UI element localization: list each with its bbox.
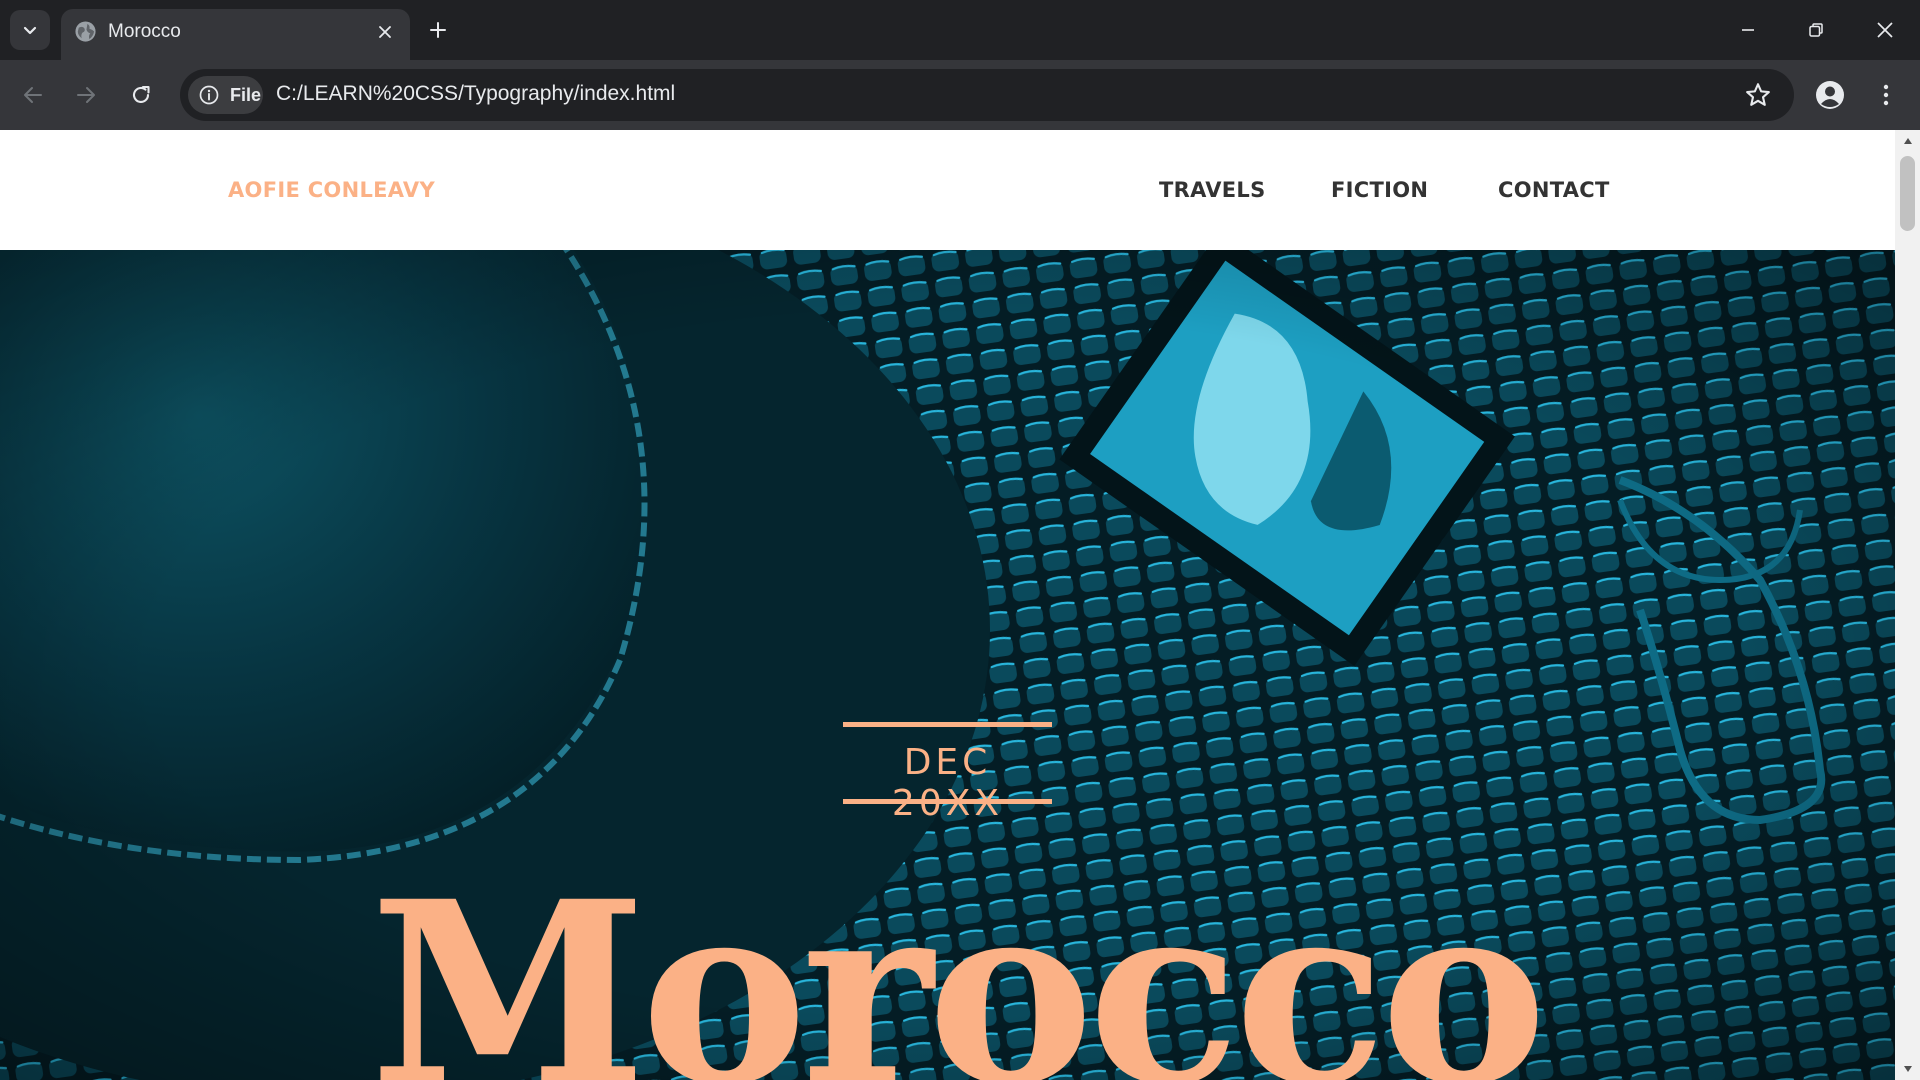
forward-button[interactable] [68,77,104,113]
date-top-rule [843,722,1052,727]
close-window-button[interactable] [1865,12,1905,48]
reload-button[interactable] [123,77,159,113]
tab-strip: Morocco [0,0,1920,60]
tab-close-button[interactable] [373,20,397,44]
profile-button[interactable] [1812,77,1848,113]
restore-icon [1809,23,1823,37]
chevron-down-icon [23,26,37,35]
new-tab-button[interactable] [424,16,452,44]
restore-button[interactable] [1796,12,1836,48]
page-scrollbar[interactable] [1895,130,1920,1080]
hero-date-block: DEC 20XX [843,722,1052,824]
nav-link-contact[interactable]: CONTACT [1498,178,1610,202]
web-page: AOFIE CONLEAVY TRAVELS FICTION CONTACT D… [0,130,1895,1080]
reload-icon [133,85,150,103]
browser-tab[interactable]: Morocco [61,9,410,60]
tab-search-button[interactable] [10,10,50,50]
site-header: AOFIE CONLEAVY TRAVELS FICTION CONTACT [0,130,1895,250]
hero-date: DEC 20XX [892,742,999,824]
hero-title: Morocco [370,846,1547,1080]
scrollbar-thumb[interactable] [1900,156,1915,231]
tab-title: Morocco [108,21,181,42]
url-text[interactable]: C:/LEARN%20CSS/Typography/index.html [276,82,675,106]
kebab-menu-icon [1883,84,1889,106]
site-info-label: File [230,85,262,105]
globe-icon [75,21,96,42]
scroll-up-button[interactable] [1895,130,1920,152]
scroll-down-button[interactable] [1895,1058,1920,1080]
browser-menu-button[interactable] [1870,77,1902,113]
address-bar[interactable]: File C:/LEARN%20CSS/Typography/index.htm… [180,69,1794,121]
browser-toolbar: File C:/LEARN%20CSS/Typography/index.htm… [0,60,1920,130]
minimize-icon [1742,29,1754,31]
page-viewport: AOFIE CONLEAVY TRAVELS FICTION CONTACT D… [0,130,1920,1080]
close-icon [379,26,391,38]
info-icon [199,85,219,105]
triangle-up-icon [1903,138,1912,144]
back-button[interactable] [15,77,51,113]
triangle-down-icon [1903,1066,1912,1072]
minimize-button[interactable] [1728,12,1768,48]
plus-icon [430,22,446,38]
close-icon [1877,22,1893,38]
nav-link-fiction[interactable]: FICTION [1331,178,1428,202]
profile-icon [1816,81,1844,109]
forward-arrow-icon [77,87,95,103]
back-arrow-icon [24,87,42,103]
date-bottom-rule [843,799,1052,804]
star-icon[interactable] [1744,81,1772,109]
site-brand-link[interactable]: AOFIE CONLEAVY [228,178,435,202]
nav-link-travels[interactable]: TRAVELS [1159,178,1266,202]
